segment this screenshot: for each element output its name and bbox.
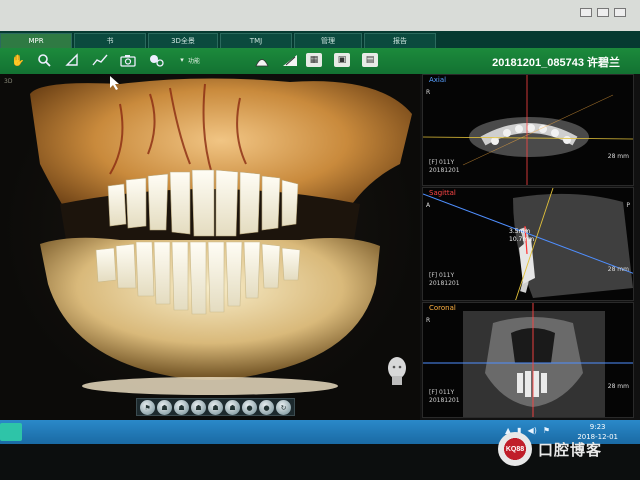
tab-tmj[interactable]: TMJ — [220, 33, 292, 48]
jaw-render-image — [30, 76, 412, 395]
orientation-head-icon[interactable] — [384, 356, 410, 386]
view-tool-8[interactable]: ● — [259, 400, 274, 415]
tab-manage[interactable]: 管理 — [294, 33, 362, 48]
view-tool-5[interactable]: ☗ — [208, 400, 223, 415]
sagittal-meta: [F] 011Y 20181201 — [429, 272, 460, 288]
tab-report[interactable]: 报告 — [364, 33, 436, 48]
minimize-button[interactable] — [580, 8, 592, 17]
axial-panel[interactable]: Axial R 28 mm [F] 011Y 20181201 — [422, 74, 634, 186]
close-button[interactable] — [614, 8, 626, 17]
camera-icon[interactable] — [118, 51, 138, 69]
more-functions-label[interactable]: 功能 — [188, 56, 200, 65]
zoom-icon[interactable] — [34, 51, 54, 69]
airway-icon[interactable] — [252, 51, 272, 69]
tab-mpr[interactable]: MPR — [0, 33, 72, 48]
ruler-angle-icon[interactable] — [62, 51, 82, 69]
measure-icon[interactable] — [280, 51, 300, 69]
coronal-scale: 28 mm — [607, 383, 629, 390]
mode-tab-bar: MPR 书 3D全景 TMJ 管理 报告 — [0, 31, 640, 48]
axial-meta-line1: [F] 011Y — [429, 159, 455, 166]
sagittal-measure-1: 3.5mm — [509, 228, 531, 235]
watermark-logo: KQ88 口腔博客 — [498, 432, 628, 466]
image-icon[interactable]: ▣ — [334, 53, 350, 67]
hand-icon[interactable]: ✋ — [8, 51, 28, 69]
mpr-panels: Axial R 28 mm [F] 011Y 20181201 Sagittal… — [420, 74, 640, 420]
tab-3d-panorama[interactable]: 3D全景 — [148, 33, 218, 48]
window-top-strip — [0, 0, 640, 34]
start-button[interactable] — [0, 423, 22, 441]
clock-time: 9:23 — [589, 423, 606, 431]
axial-meta-line2: 20181201 — [429, 167, 460, 174]
view-tool-1[interactable]: ⚑ — [140, 400, 155, 415]
watermark-text: 口腔博客 — [538, 441, 603, 459]
coronal-panel[interactable]: Coronal R 28 mm [F] 011Y 20181201 — [422, 302, 634, 418]
coronal-meta-line2: 20181201 — [429, 397, 460, 404]
3d-volume-view[interactable]: 3D ⚑ ☗ ☗ ☗ ☗ ☗ ● ● ↻ — [0, 74, 420, 420]
view-tool-2[interactable]: ☗ — [157, 400, 172, 415]
sagittal-meta-line2: 20181201 — [429, 280, 460, 287]
view-tool-3[interactable]: ☗ — [174, 400, 189, 415]
export-icon[interactable]: ▤ — [362, 53, 378, 67]
tab-book[interactable]: 书 — [74, 33, 146, 48]
sagittal-measure-2: 10.7mm — [509, 236, 535, 243]
window-controls — [580, 8, 626, 17]
view-tool-4[interactable]: ☗ — [191, 400, 206, 415]
coronal-meta: [F] 011Y 20181201 — [429, 389, 460, 405]
coronal-meta-line1: [F] 011Y — [429, 389, 455, 396]
sagittal-scale: 28 mm — [607, 266, 629, 273]
settings-icon[interactable] — [146, 51, 166, 69]
view-tool-7[interactable]: ● — [242, 400, 257, 415]
reset-view-icon[interactable]: ↻ — [276, 400, 291, 415]
maximize-button[interactable] — [597, 8, 609, 17]
toolbar: ✋ ▾ 功能 ▦ ▣ ▤ 20181201_085743 许碧兰 — [0, 48, 640, 74]
sagittal-meta-line1: [F] 011Y — [429, 272, 455, 279]
axial-scale: 28 mm — [607, 153, 629, 160]
axial-meta: [F] 011Y 20181201 — [429, 159, 460, 175]
screen: MPR 书 3D全景 TMJ 管理 报告 ✋ ▾ 功能 ▦ ▣ ▤ 201812… — [0, 0, 640, 480]
sagittal-panel[interactable]: Sagittal A P 3.5mm 10.7mm 28 mm [F] 011Y… — [422, 187, 634, 301]
layout-icon[interactable]: ▦ — [306, 53, 322, 67]
view-tools-bar: ⚑ ☗ ☗ ☗ ☗ ☗ ● ● ↻ — [136, 398, 295, 416]
view-tool-6[interactable]: ☗ — [225, 400, 240, 415]
polyline-icon[interactable] — [90, 51, 110, 69]
patient-id: 20181201_085743 许碧兰 — [492, 57, 620, 69]
watermark-badge: KQ88 — [498, 432, 532, 466]
